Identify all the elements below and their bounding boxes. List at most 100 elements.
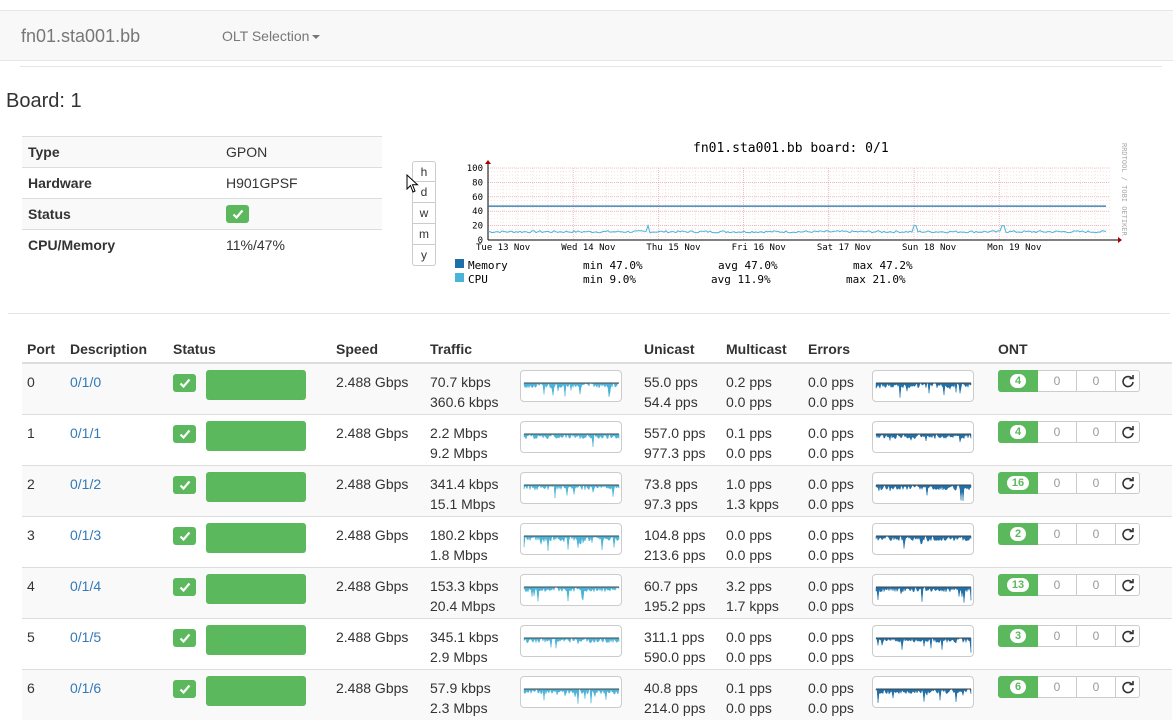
port-status-bar[interactable] [206,420,306,451]
unicast-sparkline-cell [867,413,993,465]
ont-count-button[interactable]: 4 [998,370,1038,392]
ont-error-count[interactable]: 0 [1077,522,1116,545]
errors-out: 0.0 pps [808,699,854,716]
ont-offline-count[interactable]: 0 [1038,522,1077,545]
port-speed: 2.488 Gbps [331,668,425,720]
brand[interactable]: fn01.sta001.bb [21,26,140,47]
traffic-out: 9.2 Mbps [430,444,488,461]
x-tick-label: Wed 14 Nov [561,243,615,253]
ont-cell: 16 0 0 [993,464,1172,516]
ont-error-count[interactable]: 0 [1077,370,1116,392]
ont-refresh-button[interactable] [1116,522,1140,545]
ont-refresh-button[interactable] [1116,573,1140,596]
ont-button-group: 600 [998,675,1167,698]
errors-in: 0.0 pps [808,628,854,645]
sparkline-area [523,687,620,704]
traffic-sparkline-cell [515,668,639,720]
graph-plot: 100806040200Tue 13 Nov Wed 14 Nov Thu 15 N… [467,160,1122,253]
traffic-sparkline[interactable] [520,573,622,606]
traffic-sparkline[interactable] [520,420,622,453]
sparkline-area [523,534,620,551]
port-status-bar[interactable] [206,675,306,706]
ont-count-button[interactable]: 3 [998,624,1038,647]
ont-count-button[interactable]: 2 [998,522,1038,545]
port-description-link[interactable]: 0/1/5 [70,629,101,645]
ont-count-button[interactable]: 16 [998,471,1038,494]
ont-count-button[interactable]: 4 [998,420,1038,443]
traffic-sparkline[interactable] [520,624,622,657]
multicast-in: 0.2 pps [726,374,772,390]
multicast-out: 0.0 pps [726,444,772,461]
traffic-in: 70.7 kbps [430,374,491,390]
unicast-sparkline[interactable] [872,675,974,708]
ont-refresh-button[interactable] [1116,370,1140,392]
traffic-out: 2.3 Mbps [430,699,488,716]
port-description-link[interactable]: 0/1/3 [70,527,101,543]
traffic-cell: 180.2 kbps 1.8 Mbps [425,515,515,567]
traffic-sparkline[interactable] [520,370,622,402]
errors-cell: 0.0 pps 0.0 pps [803,413,867,465]
port-status-bar[interactable] [206,471,306,502]
ont-error-count[interactable]: 0 [1077,471,1116,494]
port-description-link[interactable]: 0/1/1 [70,425,101,441]
ont-offline-count[interactable]: 0 [1038,420,1077,443]
port-description-link[interactable]: 0/1/0 [70,374,101,390]
y-tick-label: 60 [472,193,483,203]
unicast-sparkline[interactable] [872,624,974,657]
ont-refresh-button[interactable] [1116,675,1140,698]
ont-error-count[interactable]: 0 [1077,420,1116,443]
olt-selection-dropdown[interactable]: OLT Selection [222,28,321,44]
ont-offline-count[interactable]: 0 [1038,370,1077,392]
ont-error-count[interactable]: 0 [1077,675,1116,698]
traffic-sparkline[interactable] [520,522,622,555]
ont-offline-count[interactable]: 0 [1038,675,1077,698]
ont-offline-count[interactable]: 0 [1038,471,1077,494]
info-key: Hardware [22,167,220,199]
ont-count-button[interactable]: 6 [998,675,1038,698]
unicast-sparkline[interactable] [872,573,974,606]
port-number: 6 [22,668,65,720]
port-description-link[interactable]: 0/1/4 [70,578,101,594]
x-tick-label: Tue 13 Nov [476,243,530,253]
ont-refresh-button[interactable] [1116,471,1140,494]
unicast-sparkline[interactable] [872,471,974,504]
ont-count-button[interactable]: 13 [998,573,1038,596]
port-status-bar[interactable] [206,624,306,655]
range-button-week[interactable]: w [412,203,436,224]
traffic-sparkline[interactable] [520,471,622,504]
port-status-bar[interactable] [206,370,306,400]
range-button-year[interactable]: y [412,245,436,266]
traffic-in: 345.1 kbps [430,628,499,645]
traffic-cell: 153.3 kbps 20.4 Mbps [425,566,515,618]
legend-swatch [455,259,464,268]
unicast-sparkline[interactable] [872,370,974,402]
port-status-bar[interactable] [206,522,306,553]
ont-offline-count[interactable]: 0 [1038,624,1077,647]
port-description-link[interactable]: 0/1/2 [70,476,101,492]
traffic-sparkline[interactable] [520,675,622,708]
ont-refresh-button[interactable] [1116,420,1140,443]
y-tick-label: 80 [472,178,483,188]
legend-max: max 21.0% [846,273,906,286]
range-button-month[interactable]: m [412,224,436,245]
errors-out: 0.0 pps [808,648,854,665]
multicast-cell: 0.0 pps 0.0 pps [721,617,803,669]
port-status-cell [168,362,331,414]
unicast-sparkline[interactable] [872,420,974,453]
info-value: GPON [220,136,382,168]
ont-refresh-button[interactable] [1116,624,1140,647]
ont-offline-count[interactable]: 0 [1038,573,1077,596]
traffic-cell: 345.1 kbps 2.9 Mbps [425,617,515,669]
ont-error-count[interactable]: 0 [1077,573,1116,596]
ont-button-group: 400 [998,370,1167,392]
sparkline-area [875,382,972,398]
unicast-in: 73.8 pps [644,475,698,492]
x-tick-label: Thu 15 Nov [646,243,700,253]
port-description-link[interactable]: 0/1/6 [70,680,101,696]
ont-error-count[interactable]: 0 [1077,624,1116,647]
port-status-bar[interactable] [206,573,306,604]
traffic-cell: 2.2 Mbps 9.2 Mbps [425,413,515,465]
errors-out: 0.0 pps [808,597,854,614]
unicast-sparkline[interactable] [872,522,974,555]
divider [20,66,1162,67]
